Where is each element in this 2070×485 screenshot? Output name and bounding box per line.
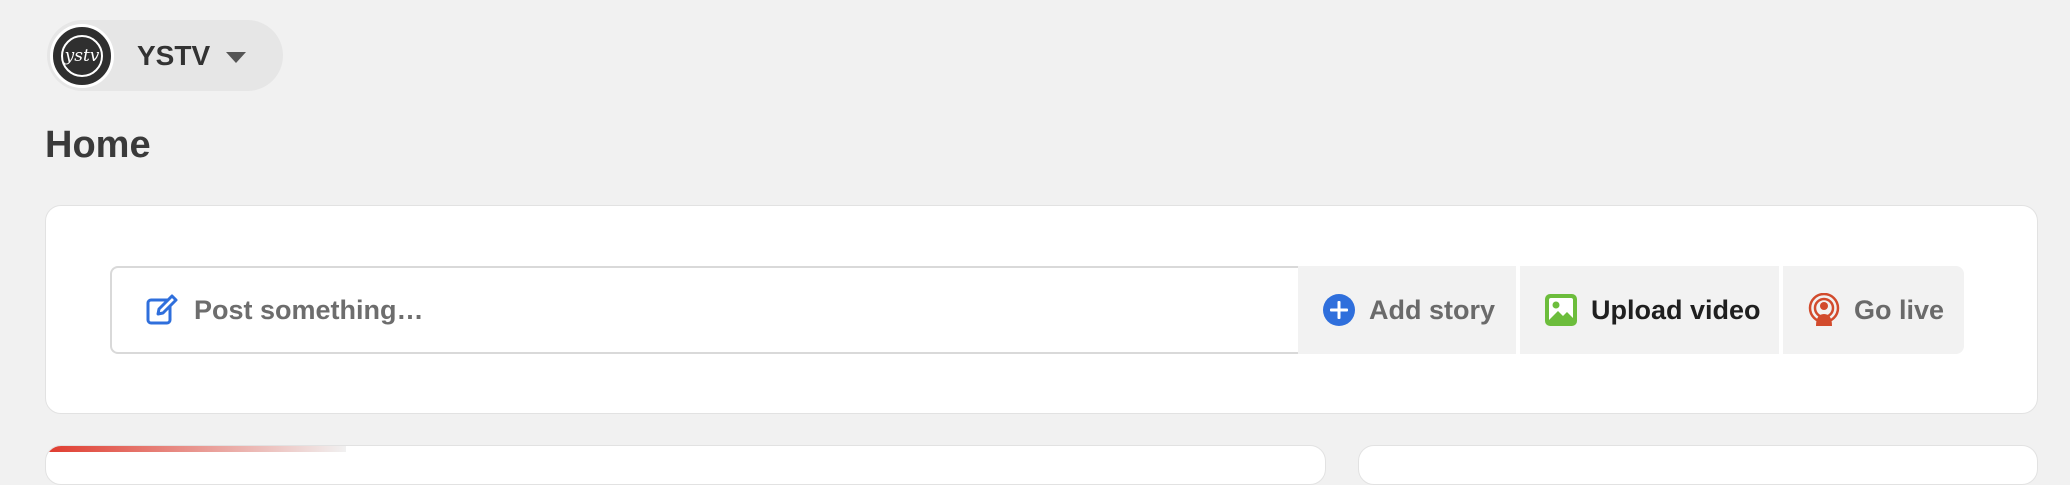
post-placeholder: Post something… — [194, 294, 424, 325]
add-story-label: Add story — [1369, 294, 1496, 325]
account-switcher[interactable]: ystv YSTV — [47, 20, 283, 91]
live-broadcast-icon — [1807, 293, 1841, 327]
feed-card-accent — [46, 446, 346, 452]
caret-down-icon — [226, 52, 247, 63]
composer-card: Post something… Add story Upload video G… — [45, 205, 2038, 414]
add-circle-icon — [1322, 293, 1356, 327]
add-story-button[interactable]: Add story — [1298, 266, 1516, 354]
page-title: Home — [45, 124, 151, 166]
image-icon — [1544, 293, 1578, 327]
go-live-button[interactable]: Go live — [1783, 266, 1964, 354]
post-input[interactable]: Post something… — [110, 266, 1298, 354]
edit-icon — [145, 293, 179, 327]
upload-video-label: Upload video — [1591, 294, 1761, 325]
go-live-label: Go live — [1854, 294, 1945, 325]
side-card — [1358, 445, 2038, 485]
avatar-logo-text: ystv — [64, 45, 100, 66]
account-name: YSTV — [137, 39, 211, 71]
feed-card — [45, 445, 1326, 485]
avatar: ystv — [50, 23, 114, 88]
upload-video-button[interactable]: Upload video — [1520, 266, 1779, 354]
composer-row: Post something… Add story Upload video G… — [110, 266, 1964, 354]
